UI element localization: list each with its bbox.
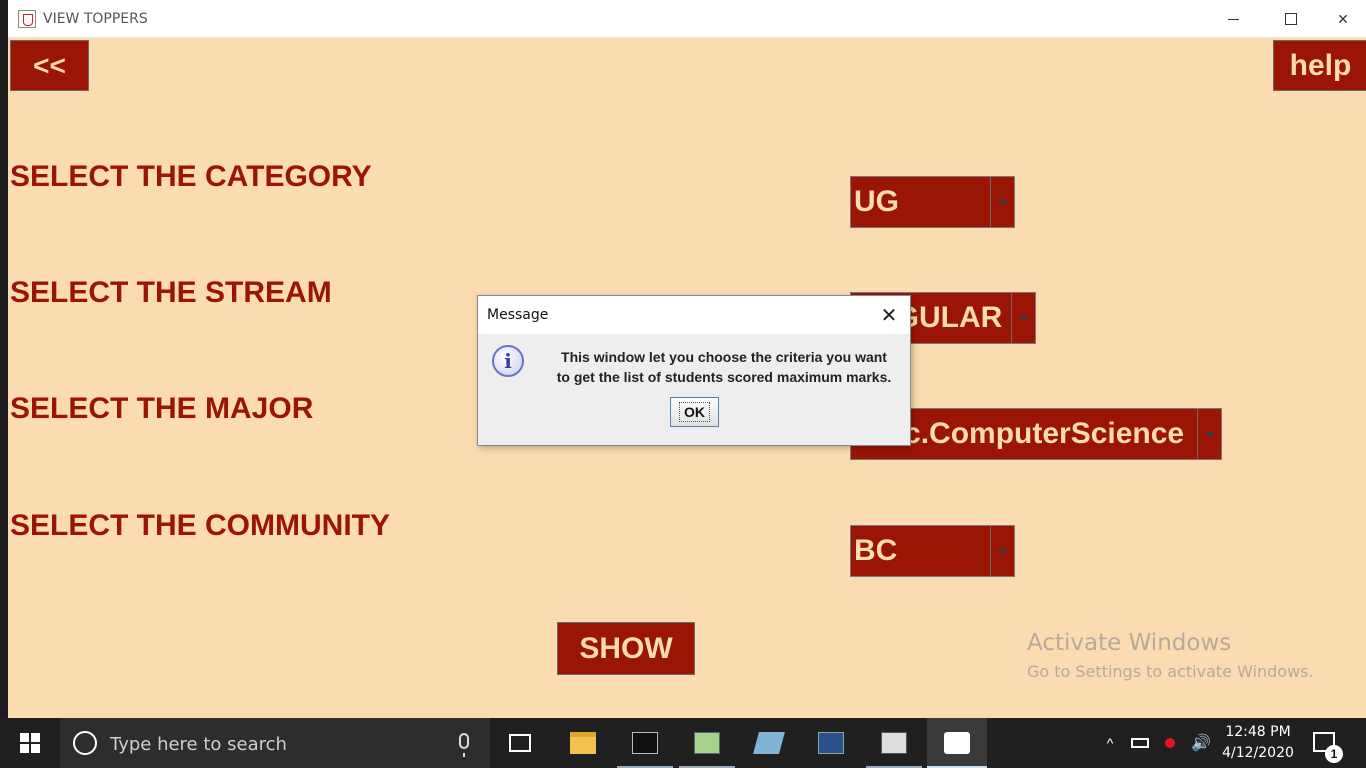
sql-icon bbox=[818, 732, 844, 754]
clock[interactable]: 12:48 PM 4/12/2020 bbox=[1216, 722, 1300, 764]
editor-icon bbox=[753, 732, 785, 754]
taskbar-search-box[interactable]: Type here to search bbox=[60, 718, 490, 768]
notification-badge: 1 bbox=[1325, 745, 1343, 763]
dialog-title-bar: Message ✕ bbox=[478, 296, 910, 334]
minimize-button[interactable] bbox=[1204, 0, 1262, 38]
chevron-down-icon[interactable] bbox=[990, 177, 1014, 227]
k7-antivirus-button[interactable] bbox=[866, 718, 922, 768]
chevron-down-icon[interactable] bbox=[1197, 409, 1221, 459]
k7-icon bbox=[881, 732, 907, 754]
task-view-button[interactable] bbox=[492, 718, 548, 768]
minimize-icon bbox=[1227, 18, 1239, 20]
microphone-icon[interactable] bbox=[459, 733, 469, 757]
category-dropdown[interactable]: UG bbox=[850, 176, 1015, 228]
chevron-down-icon[interactable] bbox=[990, 526, 1014, 576]
notepad-icon bbox=[694, 732, 720, 754]
chevron-down-icon[interactable] bbox=[1011, 293, 1035, 343]
dialog-message: This window let you choose the criteria … bbox=[544, 347, 904, 387]
network-error-icon bbox=[1165, 738, 1175, 748]
community-value: BC bbox=[854, 534, 898, 567]
close-button[interactable]: ✕ bbox=[1320, 0, 1366, 38]
java-app-taskbar-button[interactable] bbox=[927, 718, 987, 768]
cortana-icon bbox=[73, 731, 97, 755]
maximize-button[interactable] bbox=[1262, 0, 1320, 38]
show-button[interactable]: SHOW bbox=[557, 622, 695, 675]
search-placeholder: Type here to search bbox=[110, 734, 287, 755]
community-dropdown[interactable]: BC bbox=[850, 525, 1015, 577]
task-view-icon bbox=[509, 734, 531, 752]
java-app-icon bbox=[18, 10, 36, 28]
stream-label: SELECT THE STREAM bbox=[10, 276, 332, 309]
category-label: SELECT THE CATEGORY bbox=[10, 160, 372, 193]
java-icon bbox=[944, 732, 970, 754]
category-value: UG bbox=[854, 185, 899, 218]
network-icon[interactable] bbox=[1160, 718, 1180, 768]
major-label: SELECT THE MAJOR bbox=[10, 392, 314, 425]
dialog-message-line2: to get the list of students scored maxim… bbox=[556, 369, 892, 385]
file-explorer-button[interactable] bbox=[555, 718, 611, 768]
clock-date: 4/12/2020 bbox=[1222, 745, 1294, 761]
ok-button[interactable]: OK bbox=[670, 397, 719, 427]
command-prompt-button[interactable] bbox=[617, 718, 673, 768]
show-hidden-icons-button[interactable]: ^ bbox=[1100, 718, 1120, 768]
editor-app-button[interactable] bbox=[741, 718, 797, 768]
ok-label: OK bbox=[679, 402, 710, 422]
windows-logo-icon bbox=[20, 733, 40, 753]
taskbar: Type here to search ^ 🔊 12:48 PM 4/12/20… bbox=[0, 718, 1366, 768]
clock-time: 12:48 PM bbox=[1225, 724, 1291, 740]
terminal-icon bbox=[632, 732, 658, 754]
watermark-title: Activate Windows bbox=[1027, 630, 1232, 656]
dialog-close-button[interactable]: ✕ bbox=[870, 302, 908, 328]
info-icon: i bbox=[492, 345, 524, 377]
activation-watermark: Activate Windows Go to Settings to activ… bbox=[1027, 630, 1314, 681]
notepad-plus-button[interactable] bbox=[679, 718, 735, 768]
help-button[interactable]: help bbox=[1273, 40, 1366, 91]
back-button[interactable]: << bbox=[10, 40, 89, 91]
maximize-icon bbox=[1285, 13, 1297, 25]
message-dialog: Message ✕ i This window let you choose t… bbox=[477, 295, 911, 446]
window-title: VIEW TOPPERS bbox=[43, 11, 148, 27]
start-button[interactable] bbox=[0, 718, 60, 768]
sql-plus-button[interactable] bbox=[803, 718, 859, 768]
title-bar: VIEW TOPPERS ✕ bbox=[8, 0, 1366, 38]
folder-icon bbox=[570, 732, 596, 754]
watermark-subtitle: Go to Settings to activate Windows. bbox=[1027, 662, 1314, 681]
community-label: SELECT THE COMMUNITY bbox=[10, 509, 390, 542]
dialog-title: Message bbox=[487, 307, 549, 323]
volume-icon[interactable]: 🔊 bbox=[1190, 718, 1212, 768]
battery-icon[interactable] bbox=[1131, 718, 1151, 768]
dialog-message-line1: This window let you choose the criteria … bbox=[561, 349, 887, 365]
